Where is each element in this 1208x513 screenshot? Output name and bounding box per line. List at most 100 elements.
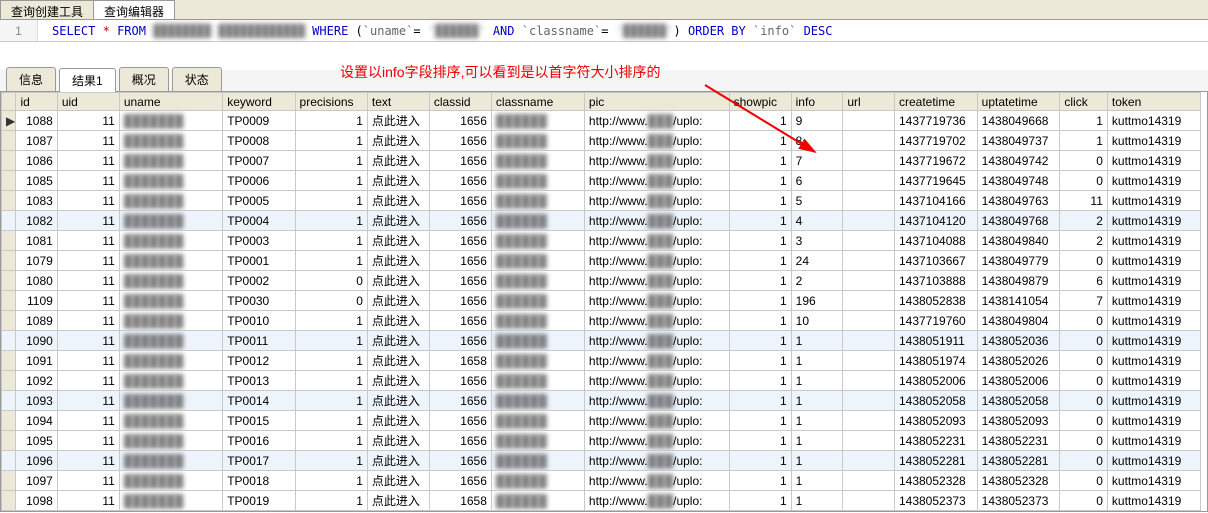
cell-url[interactable] <box>843 371 895 391</box>
cell-click[interactable]: 0 <box>1060 311 1108 331</box>
cell-classname[interactable]: ██████ <box>491 131 584 151</box>
cell-showpic[interactable]: 1 <box>729 171 791 191</box>
cell-classname[interactable]: ██████ <box>491 311 584 331</box>
cell-uname[interactable]: ███████ <box>119 411 222 431</box>
cell-uname[interactable]: ███████ <box>119 451 222 471</box>
cell-classname[interactable]: ██████ <box>491 291 584 311</box>
cell-createtime[interactable]: 1437104088 <box>894 231 977 251</box>
cell-classid[interactable]: 1656 <box>429 451 491 471</box>
row-handle[interactable] <box>2 351 16 371</box>
cell-precisions[interactable]: 1 <box>295 471 367 491</box>
cell-pic[interactable]: http://www.███/uplo: <box>584 411 729 431</box>
cell-click[interactable]: 0 <box>1060 331 1108 351</box>
cell-text[interactable]: 点此进入 <box>367 231 429 251</box>
row-handle[interactable] <box>2 511 16 513</box>
tab-status[interactable]: 状态 <box>172 67 222 91</box>
cell-uid[interactable]: 11 <box>57 271 119 291</box>
col-uid[interactable]: uid <box>57 93 119 111</box>
row-handle[interactable] <box>2 311 16 331</box>
cell-click[interactable]: 0 <box>1060 431 1108 451</box>
cell-precisions[interactable]: 1 <box>295 131 367 151</box>
cell-showpic[interactable]: 1 <box>729 151 791 171</box>
cell-info[interactable]: 1 <box>791 451 843 471</box>
cell-uid[interactable]: 11 <box>57 391 119 411</box>
cell-url[interactable] <box>843 451 895 471</box>
cell-classid[interactable]: 1658 <box>429 491 491 511</box>
cell-uptatetime[interactable]: 1438052058 <box>977 391 1060 411</box>
col-token[interactable]: token <box>1107 93 1200 111</box>
row-handle[interactable] <box>2 191 16 211</box>
cell-createtime[interactable]: 1438052838 <box>894 291 977 311</box>
col-id[interactable]: id <box>16 93 57 111</box>
cell-uid[interactable]: 11 <box>57 411 119 431</box>
tab-overview[interactable]: 概况 <box>119 67 169 91</box>
cell-precisions[interactable]: 1 <box>295 451 367 471</box>
table-row[interactable]: 108711███████TP00081点此进入1656██████http:/… <box>2 131 1201 151</box>
cell-click[interactable]: 2 <box>1060 231 1108 251</box>
cell-info[interactable]: 196 <box>791 291 843 311</box>
row-handle[interactable] <box>2 211 16 231</box>
cell-id[interactable]: 1082 <box>16 211 57 231</box>
cell-click[interactable]: 0 <box>1060 411 1108 431</box>
cell-classid[interactable]: 1656 <box>429 511 491 513</box>
cell-precisions[interactable]: 1 <box>295 171 367 191</box>
cell-classid[interactable]: 1656 <box>429 211 491 231</box>
cell-text[interactable]: 点此进入 <box>367 131 429 151</box>
cell-uptatetime[interactable]: 1438052093 <box>977 411 1060 431</box>
cell-text[interactable]: 点此进入 <box>367 151 429 171</box>
cell-classid[interactable]: 1656 <box>429 371 491 391</box>
cell-click[interactable]: 2 <box>1060 211 1108 231</box>
cell-token[interactable]: kuttmo14319 <box>1107 351 1200 371</box>
cell-token[interactable]: kuttmo14319 <box>1107 291 1200 311</box>
cell-text[interactable]: 点此进入 <box>367 111 429 131</box>
cell-createtime[interactable]: 1438051911 <box>894 331 977 351</box>
cell-classid[interactable]: 1656 <box>429 271 491 291</box>
cell-token[interactable]: kuttmo14319 <box>1107 191 1200 211</box>
cell-classid[interactable]: 1656 <box>429 191 491 211</box>
cell-uid[interactable]: 11 <box>57 431 119 451</box>
cell-uptatetime[interactable]: 1438049840 <box>977 231 1060 251</box>
cell-pic[interactable]: http://www.███/uplo: <box>584 151 729 171</box>
tab-info[interactable]: 信息 <box>6 67 56 91</box>
col-info[interactable]: info <box>791 93 843 111</box>
cell-classname[interactable]: ██████ <box>491 231 584 251</box>
cell-info[interactable]: 24 <box>791 251 843 271</box>
col-createtime[interactable]: createtime <box>894 93 977 111</box>
cell-showpic[interactable]: 1 <box>729 131 791 151</box>
cell-keyword[interactable]: TP0008 <box>223 131 295 151</box>
col-uptatetime[interactable]: uptatetime <box>977 93 1060 111</box>
cell-url[interactable] <box>843 111 895 131</box>
cell-info[interactable]: 1 <box>791 351 843 371</box>
cell-showpic[interactable]: 1 <box>729 511 791 513</box>
sql-editor[interactable]: 1 SELECT * FROM ████████ ████████████ WH… <box>0 20 1208 42</box>
cell-text[interactable]: 点此进入 <box>367 431 429 451</box>
cell-pic[interactable]: http://www.███/uplo: <box>584 191 729 211</box>
cell-precisions[interactable]: 1 <box>295 331 367 351</box>
cell-precisions[interactable]: 1 <box>295 431 367 451</box>
cell-text[interactable]: 点此进入 <box>367 211 429 231</box>
col-uname[interactable]: uname <box>119 93 222 111</box>
cell-keyword[interactable]: TP0004 <box>223 211 295 231</box>
cell-info[interactable]: 1 <box>791 391 843 411</box>
cell-token[interactable]: kuttmo14319 <box>1107 111 1200 131</box>
table-row[interactable]: 109011███████TP00111点此进入1656██████http:/… <box>2 331 1201 351</box>
cell-classid[interactable]: 1656 <box>429 231 491 251</box>
cell-id[interactable]: 1097 <box>16 471 57 491</box>
cell-uname[interactable]: ███████ <box>119 471 222 491</box>
cell-classid[interactable]: 1656 <box>429 251 491 271</box>
cell-classid[interactable]: 1656 <box>429 291 491 311</box>
cell-pic[interactable]: http://www.███/uplo: <box>584 491 729 511</box>
cell-showpic[interactable]: 1 <box>729 431 791 451</box>
cell-createtime[interactable]: 1437104120 <box>894 211 977 231</box>
cell-info[interactable]: 1 <box>791 431 843 451</box>
col-classname[interactable]: classname <box>491 93 584 111</box>
cell-url[interactable] <box>843 491 895 511</box>
cell-info[interactable]: 7 <box>791 151 843 171</box>
cell-id[interactable]: 1087 <box>16 131 57 151</box>
cell-info[interactable]: 1 <box>791 491 843 511</box>
cell-uname[interactable]: ███████ <box>119 151 222 171</box>
table-row[interactable]: ▶108811███████TP00091点此进入1656██████http:… <box>2 111 1201 131</box>
tab-query-editor[interactable]: 查询编辑器 <box>93 0 175 19</box>
cell-click[interactable]: 1 <box>1060 131 1108 151</box>
cell-uid[interactable]: 11 <box>57 311 119 331</box>
